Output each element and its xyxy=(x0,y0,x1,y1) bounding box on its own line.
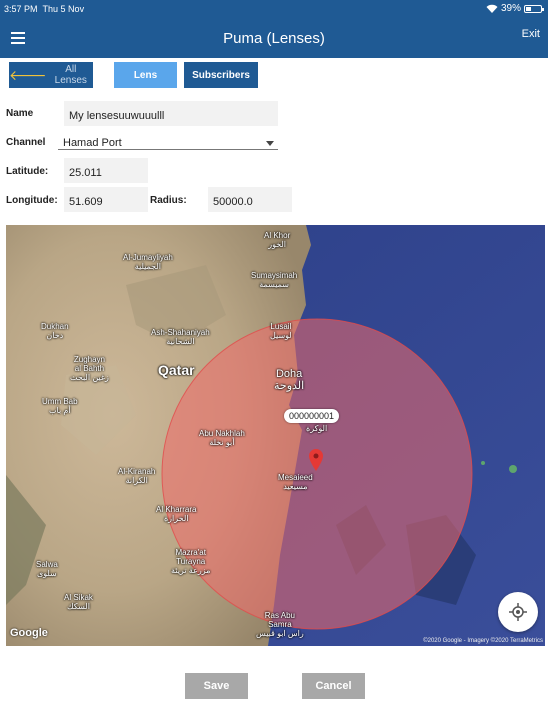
name-field[interactable] xyxy=(64,101,278,126)
latitude-field[interactable] xyxy=(64,158,148,183)
place-label: Ash-Shahaniyah الشحانية xyxy=(151,328,210,346)
google-logo: Google xyxy=(10,627,48,639)
place-label: Mazra'at Turayna مزرعة تريئة xyxy=(171,548,211,575)
place-label: Al-Kiranah الكرانة xyxy=(118,467,156,485)
channel-select[interactable]: Hamad Port xyxy=(58,133,278,150)
place-label: Salwa سلوى xyxy=(36,560,58,578)
app-header: 3:57 PM Thu 5 Nov 39% Puma (Lenses) Exit xyxy=(0,0,548,58)
battery-percent: 39% xyxy=(500,3,521,14)
place-label: Zughayn al Bahth زغين البحث xyxy=(70,355,109,382)
map-view[interactable]: Al Khor الخور Al-Jumayliyah الجميلية Sumay… xyxy=(6,225,545,646)
place-label: Al-Jumayliyah الجميلية xyxy=(123,253,173,271)
latitude-label: Latitude: xyxy=(6,166,49,177)
place-label: Al Khor الخور xyxy=(264,231,291,249)
place-label: Dukhan دخان xyxy=(41,322,69,340)
save-button[interactable]: Save xyxy=(185,673,248,699)
exit-button[interactable]: Exit xyxy=(522,28,540,40)
place-label: Al Sikak السكك xyxy=(64,593,93,611)
battery-icon xyxy=(524,4,544,13)
name-label: Name xyxy=(6,108,34,119)
arrow-left-icon: 🡐 xyxy=(9,66,47,83)
map-pin-icon[interactable] xyxy=(309,449,323,471)
radius-label: Radius: xyxy=(150,195,187,206)
longitude-label: Longitude: xyxy=(6,195,58,206)
my-location-button[interactable] xyxy=(498,592,538,632)
place-label: Sumaysimah سميسمة xyxy=(251,271,298,289)
caret-down-icon xyxy=(266,141,274,146)
channel-label: Channel xyxy=(6,137,46,148)
place-label: Ras Abu Samra راس ابو قبيس xyxy=(256,611,304,638)
channel-value: Hamad Port xyxy=(63,137,122,149)
place-label: الوكرة xyxy=(306,424,328,433)
wifi-icon xyxy=(486,4,498,13)
radius-field[interactable] xyxy=(208,187,292,212)
place-label: Al Kharrara الخرارة xyxy=(156,505,197,523)
status-indicators: 39% xyxy=(486,3,544,14)
all-lenses-button[interactable]: 🡐 All Lenses xyxy=(9,62,93,88)
city-label: Doha الدوحة xyxy=(274,368,305,392)
crosshair-icon xyxy=(509,603,527,621)
status-time-date: 3:57 PM Thu 5 Nov xyxy=(4,4,85,14)
country-label: Qatar xyxy=(158,362,195,378)
tab-lens[interactable]: Lens xyxy=(114,62,177,88)
place-label: Mesaieed مسيعيد xyxy=(278,473,313,491)
lens-editor-screen: 3:57 PM Thu 5 Nov 39% Puma (Lenses) Exit… xyxy=(0,0,548,705)
place-label: Lusail لوسيل xyxy=(270,322,292,340)
page-title: Puma (Lenses) xyxy=(223,30,325,47)
cancel-button[interactable]: Cancel xyxy=(302,673,365,699)
battery-level xyxy=(526,6,532,11)
tab-subscribers[interactable]: Subscribers xyxy=(184,62,258,88)
place-label: Umm Bab أم باب xyxy=(42,397,78,415)
longitude-field[interactable] xyxy=(64,187,148,212)
marker-label[interactable]: 000000001 xyxy=(284,409,340,423)
place-label: Abu Nakhlah أبو نخلة xyxy=(199,429,245,447)
map-attribution[interactable]: ©2020 Google - Imagery ©2020 TerraMetric… xyxy=(423,638,543,644)
